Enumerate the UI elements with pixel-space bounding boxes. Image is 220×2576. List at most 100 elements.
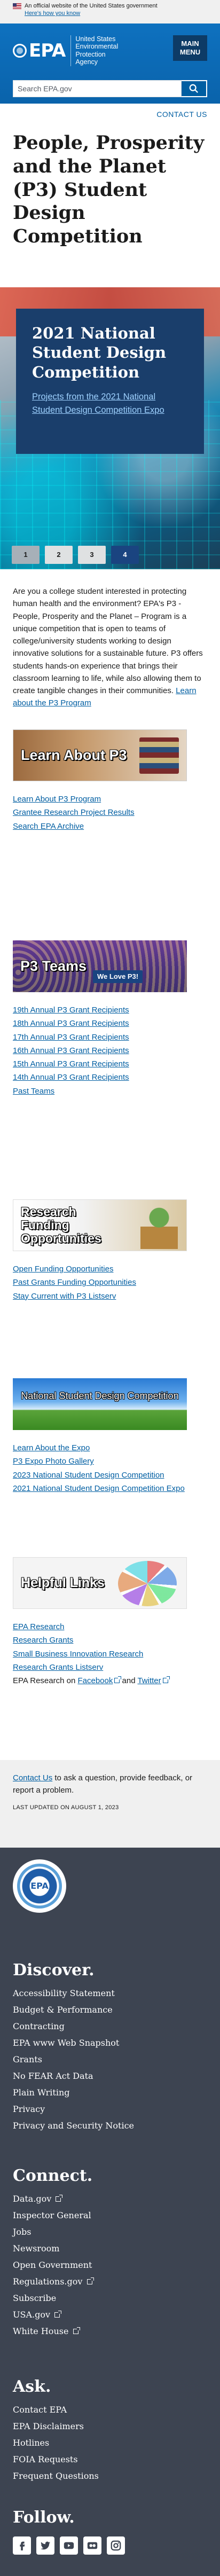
list-item: Past Teams — [13, 1085, 207, 1097]
learn-about-expo-link[interactable]: Learn About the Expo — [13, 1443, 90, 1452]
list-item: Past Grants Funding Opportunities — [13, 1276, 207, 1289]
list-item: 19th Annual P3 Grant Recipients — [13, 1004, 207, 1016]
competition-2021-expo-link[interactable]: 2021 National Student Design Competition… — [13, 1484, 185, 1493]
sbir-link[interactable]: Small Business Innovation Research — [13, 1650, 143, 1659]
open-funding-link[interactable]: Open Funding Opportunities — [13, 1265, 113, 1274]
footer-link-privacy-security[interactable]: Privacy and Security Notice — [13, 2119, 207, 2132]
footer-link-open-government[interactable]: Open Government — [13, 2259, 207, 2272]
agency-name: United States Environmental Protection A… — [70, 35, 127, 66]
footer-link-data-gov[interactable]: Data.gov — [13, 2193, 207, 2205]
contact-us-bottom-link[interactable]: Contact Us — [13, 1773, 52, 1782]
main-menu-button[interactable]: MAIN MENU — [173, 35, 207, 61]
twitter-icon[interactable] — [36, 2536, 54, 2555]
footer-link-contracting[interactable]: Contracting — [13, 2020, 207, 2033]
grant-recipients-19-link[interactable]: 19th Annual P3 Grant Recipients — [13, 1006, 129, 1015]
expo-banner-label: National Student Design Competition — [21, 1390, 179, 1401]
ask-heading: Ask. — [13, 2377, 51, 2396]
list-item: 14th Annual P3 Grant Recipients — [13, 1071, 207, 1083]
footer-link-subscribe[interactable]: Subscribe — [13, 2292, 207, 2305]
us-flag-icon — [13, 3, 21, 9]
footer-link-no-fear[interactable]: No FEAR Act Data — [13, 2070, 207, 2083]
research-links: Open Funding Opportunities Past Grants F… — [13, 1251, 207, 1302]
slide-button-1[interactable]: 1 — [12, 546, 40, 564]
footer-link-label: Regulations.gov — [13, 2276, 83, 2287]
footer-link-label: White House — [13, 2326, 69, 2336]
list-item: Stay Current with P3 Listserv — [13, 1290, 207, 1302]
search-epa-archive-link[interactable]: Search EPA Archive — [13, 822, 84, 831]
list-item: Open Funding Opportunities — [13, 1263, 207, 1275]
past-teams-link[interactable]: Past Teams — [13, 1087, 54, 1096]
footer-link-white-house[interactable]: White House — [13, 2325, 207, 2338]
twitter-link[interactable]: Twitter — [137, 1676, 161, 1685]
footer-link-privacy[interactable]: Privacy — [13, 2103, 207, 2116]
grant-recipients-18-link[interactable]: 18th Annual P3 Grant Recipients — [13, 1019, 129, 1028]
list-item: Small Business Innovation Research — [13, 1648, 207, 1660]
search-input[interactable] — [13, 80, 182, 97]
list-item: 15th Annual P3 Grant Recipients — [13, 1058, 207, 1070]
competition-2023-link[interactable]: 2023 National Student Design Competition — [13, 1471, 164, 1480]
learn-links: Learn About P3 Program Grantee Research … — [13, 781, 207, 833]
footer-link-budget[interactable]: Budget & Performance — [13, 2004, 207, 2016]
footer-link-accessibility[interactable]: Accessibility Statement — [13, 1987, 207, 2000]
expo-photo-gallery-link[interactable]: P3 Expo Photo Gallery — [13, 1457, 94, 1466]
footer-link-plain-writing[interactable]: Plain Writing — [13, 2086, 207, 2099]
epa-seal-logo[interactable] — [13, 1859, 66, 1913]
past-grants-link[interactable]: Past Grants Funding Opportunities — [13, 1278, 136, 1287]
learn-about-p3-program-link[interactable]: Learn About P3 Program — [13, 795, 101, 804]
footer-link-contact-epa[interactable]: Contact EPA — [13, 2404, 207, 2416]
footer-link-usa-gov[interactable]: USA.gov — [13, 2308, 207, 2321]
listserv-link[interactable]: Stay Current with P3 Listserv — [13, 1292, 116, 1301]
footer-link-disclaimers[interactable]: EPA Disclaimers — [13, 2420, 207, 2433]
contact-us-link[interactable]: CONTACT US — [156, 110, 207, 119]
flickr-icon[interactable] — [83, 2536, 101, 2555]
footer-follow: Follow. — [13, 2507, 207, 2576]
grantee-research-link[interactable]: Grantee Research Project Results — [13, 808, 135, 817]
hero-card: 2021 National Student Design Competition… — [16, 309, 204, 454]
instagram-icon[interactable] — [107, 2536, 125, 2555]
hero-link[interactable]: Projects from the 2021 National Student … — [32, 390, 188, 417]
grant-recipients-15-link[interactable]: 15th Annual P3 Grant Recipients — [13, 1059, 129, 1069]
research-grants-listserv-link[interactable]: Research Grants Listserv — [13, 1663, 103, 1672]
epa-seal-icon — [13, 43, 27, 58]
search-button[interactable] — [182, 80, 207, 97]
footer-link-inspector-general[interactable]: Inspector General — [13, 2209, 207, 2222]
heres-how-you-know-link[interactable]: Here's how you know — [25, 10, 207, 17]
footer-link-grants[interactable]: Grants — [13, 2053, 207, 2066]
section-research-funding: Research Funding Opportunities Open Fund… — [0, 1199, 220, 1378]
external-link-icon — [54, 2311, 62, 2318]
slide-button-3[interactable]: 3 — [78, 546, 106, 564]
footer-link-jobs[interactable]: Jobs — [13, 2226, 207, 2239]
footer-link-newsroom[interactable]: Newsroom — [13, 2242, 207, 2255]
footer-link-web-snapshot[interactable]: EPA www Web Snapshot — [13, 2037, 207, 2049]
hero-heading: 2021 National Student Design Competition — [32, 324, 167, 381]
section-helpful-links: Helpful Links EPA Research Research Gran… — [0, 1557, 220, 1760]
footer-link-hotlines[interactable]: Hotlines — [13, 2437, 207, 2449]
learn-about-p3-banner: Learn About P3 — [13, 729, 187, 781]
facebook-icon[interactable] — [13, 2536, 31, 2555]
external-link-icon — [73, 2327, 80, 2334]
helpful-links-banner-label: Helpful Links — [21, 1575, 105, 1590]
facebook-link[interactable]: Facebook — [77, 1676, 113, 1685]
connect-heading: Connect. — [13, 2166, 93, 2185]
site-footer: Discover. Accessibility Statement Budget… — [0, 1848, 220, 2576]
grant-recipients-14-link[interactable]: 14th Annual P3 Grant Recipients — [13, 1073, 129, 1082]
grant-recipients-17-link[interactable]: 17th Annual P3 Grant Recipients — [13, 1033, 129, 1042]
epa-logo: EPA — [13, 42, 66, 60]
slide-button-2[interactable]: 2 — [45, 546, 73, 564]
research-grants-link[interactable]: Research Grants — [13, 1636, 73, 1645]
intro-paragraph: Are you a college student interested in … — [0, 569, 220, 729]
footer-discover: Discover. Accessibility Statement Budget… — [13, 1960, 207, 2165]
footer-link-foia[interactable]: FOIA Requests — [13, 2453, 207, 2466]
footer-link-regulations[interactable]: Regulations.gov — [13, 2275, 207, 2288]
discover-list: Accessibility Statement Budget & Perform… — [13, 1981, 207, 2132]
list-item: EPA Research on Facebook and Twitter — [13, 1675, 207, 1687]
external-link-icon — [87, 2277, 94, 2284]
epa-research-link[interactable]: EPA Research — [13, 1622, 64, 1631]
connect-list: Data.gov Inspector General Jobs Newsroom… — [13, 2186, 207, 2338]
grant-recipients-16-link[interactable]: 16th Annual P3 Grant Recipients — [13, 1046, 129, 1055]
slide-button-4[interactable]: 4 — [111, 546, 139, 564]
footer-link-faq[interactable]: Frequent Questions — [13, 2470, 207, 2483]
external-link-icon — [114, 1676, 122, 1683]
gov-banner-text: An official website of the United States… — [25, 3, 158, 9]
youtube-icon[interactable] — [60, 2536, 78, 2555]
